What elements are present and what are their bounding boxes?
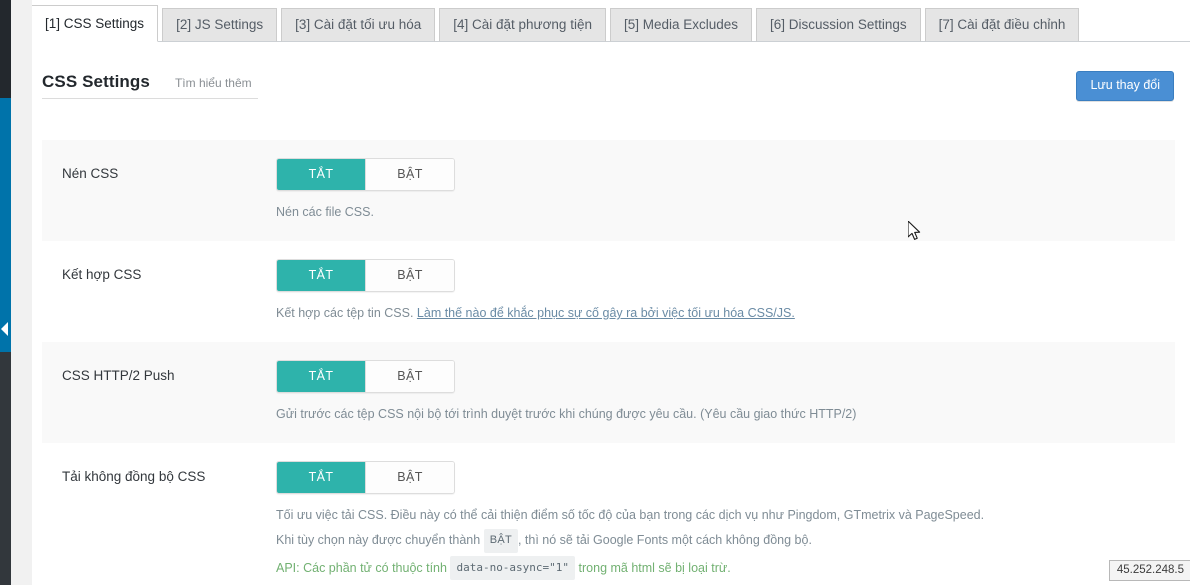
toggle-option-on[interactable]: BẬT [365,462,454,493]
setting-body: TẮT BẬT Nén các file CSS. [276,158,1175,223]
setting-row-css-http2-push: CSS HTTP/2 Push TẮT BẬT Gửi trước các tệ… [42,342,1175,443]
setting-label: Tải không đồng bộ CSS [62,469,206,484]
learn-more-link[interactable]: Tìm hiểu thêm [175,76,252,90]
tab-css-settings[interactable]: [1] CSS Settings [31,5,159,42]
setting-description: Nén các file CSS. [276,205,374,219]
tab-media-excludes[interactable]: [5] Media Excludes [609,8,753,42]
save-changes-button[interactable]: Lưu thay đổi [1076,71,1174,101]
setting-label: CSS HTTP/2 Push [62,368,175,383]
tab-discussion-settings[interactable]: [6] Discussion Settings [756,8,921,42]
toggle-option-on[interactable]: BẬT [365,159,454,190]
setting-row-css-async: Tải không đồng bộ CSS TẮT BẬT Tối ưu việ… [42,443,1175,585]
tab-list: [1] CSS Settings [2] JS Settings [3] Cài… [31,5,1080,42]
inline-code-on: BẬT [483,529,518,553]
toggle-css-async[interactable]: TẮT BẬT [276,461,455,494]
admin-rail-gutter [11,0,32,585]
setting-description-line-2: Khi tùy chọn này được chuyển thành BẬT, … [276,529,1175,553]
setting-label: Kết hợp CSS [62,267,142,282]
description-text-a: API: Các phần tử có thuộc tính [276,561,447,575]
setting-label: Nén CSS [62,166,119,181]
description-text: Kết hợp các tệp tin CSS. [276,306,414,320]
toggle-css-minify[interactable]: TẮT BẬT [276,158,455,191]
setting-body: TẮT BẬT Tối ưu việc tải CSS. Điều này có… [276,461,1175,580]
toggle-css-http2-push[interactable]: TẮT BẬT [276,360,455,393]
setting-description-line-3: API: Các phần tử có thuộc tính data-no-a… [276,556,1175,580]
css-js-troubleshoot-link[interactable]: Làm thế nào để khắc phục sự cố gây ra bở… [417,306,795,320]
toggle-option-off[interactable]: TẮT [277,462,365,493]
page-title: CSS Settings [42,72,150,91]
tab-optimize-settings[interactable]: [3] Cài đặt tối ưu hóa [281,8,436,42]
description-text-a: Khi tùy chọn này được chuyển thành [276,533,481,547]
title-block: CSS Settings Tìm hiểu thêm [42,72,258,99]
rail-segment-active [0,98,11,308]
rail-segment-bottom [0,352,11,585]
toggle-css-combine[interactable]: TẮT BẬT [276,259,455,292]
settings-content: CSS Settings Tìm hiểu thêm Lưu thay đổi … [11,42,1190,585]
inline-code-data-no-async: data-no-async="1" [450,556,576,580]
tab-media-settings[interactable]: [4] Cài đặt phương tiện [439,8,606,42]
collapse-menu-button[interactable] [0,308,11,352]
toggle-option-off[interactable]: TẮT [277,159,365,190]
tab-js-settings[interactable]: [2] JS Settings [162,8,278,42]
settings-table: Nén CSS TẮT BẬT Nén các file CSS. Kết hợ… [42,140,1175,585]
settings-tabbar: [1] CSS Settings [2] JS Settings [3] Cài… [11,0,1190,42]
toggle-option-off[interactable]: TẮT [277,260,365,291]
setting-description: Kết hợp các tệp tin CSS. Làm thế nào để … [276,303,1175,324]
setting-row-css-minify: Nén CSS TẮT BẬT Nén các file CSS. [42,140,1175,241]
toggle-option-on[interactable]: BẬT [365,260,454,291]
description-text-b: , thì nó sẽ tải Google Fonts một cách kh… [517,533,812,547]
wp-admin-sidebar-rail [0,0,11,585]
page-canvas: [1] CSS Settings [2] JS Settings [3] Cài… [11,0,1190,585]
content-header: CSS Settings Tìm hiểu thêm Lưu thay đổi [11,42,1190,101]
server-ip-tooltip: 45.252.248.5 [1108,560,1190,581]
setting-row-css-combine: Kết hợp CSS TẮT BẬT Kết hợp các tệp tin … [42,241,1175,342]
setting-body: TẮT BẬT Gửi trước các tệp CSS nội bộ tới… [276,360,1175,425]
tab-tuning-settings[interactable]: [7] Cài đặt điều chỉnh [924,8,1080,42]
toggle-option-on[interactable]: BẬT [365,361,454,392]
chevron-left-icon [1,322,8,336]
setting-description: Gửi trước các tệp CSS nội bộ tới trình d… [276,407,857,421]
setting-description-line-1: Tối ưu việc tải CSS. Điều này có thể cải… [276,508,985,522]
toggle-option-off[interactable]: TẮT [277,361,365,392]
description-text-b: trong mã html sẽ bị loại trừ. [578,561,731,575]
rail-segment-top [0,0,11,98]
setting-body: TẮT BẬT Kết hợp các tệp tin CSS. Làm thế… [276,259,1175,324]
